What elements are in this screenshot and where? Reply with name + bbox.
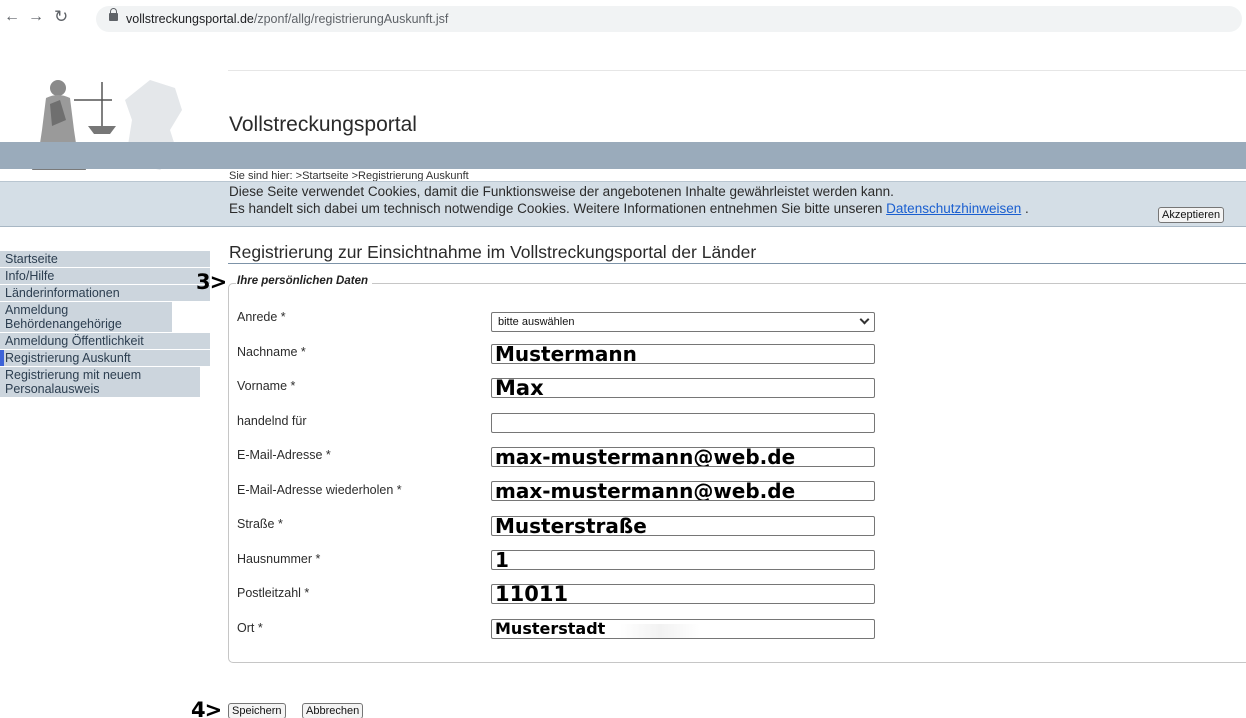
browser-toolbar: ← → ↻ vollstreckungsportal.de/zponf/allg… xyxy=(0,0,1246,36)
sidebar-item-info-hilfe[interactable]: Info/Hilfe xyxy=(0,268,210,284)
sidebar-item-anmeldung-oeffentlichkeit[interactable]: Anmeldung Öffentlichkeit xyxy=(0,333,210,349)
sidebar-item-anmeldung-behoerden[interactable]: Anmeldung Behördenangehörige xyxy=(0,302,172,332)
personal-data-fieldset xyxy=(228,283,1246,663)
nachname-label: Nachname * xyxy=(237,345,306,359)
email-field[interactable]: max-mustermann@web.de xyxy=(491,447,875,467)
accept-cookies-button[interactable]: Akzeptieren xyxy=(1158,207,1225,223)
anrede-label: Anrede * xyxy=(237,310,286,324)
vorname-label: Vorname * xyxy=(237,379,296,393)
email-label: E-Mail-Adresse * xyxy=(237,448,331,462)
email-repeat-label: E-Mail-Adresse wiederholen * xyxy=(237,483,402,497)
cancel-button[interactable]: Abbrechen xyxy=(302,703,364,718)
anrede-select[interactable]: bitte auswählen xyxy=(491,312,875,332)
strasse-field[interactable]: Musterstraße xyxy=(491,516,875,536)
privacy-link[interactable]: Datenschutzhinweisen xyxy=(886,201,1021,216)
strasse-label: Straße * xyxy=(237,517,283,531)
nachname-field[interactable]: Mustermann xyxy=(491,344,875,364)
header-band xyxy=(0,142,1246,169)
postleitzahl-field[interactable]: 11011 xyxy=(491,584,875,604)
chevron-down-icon xyxy=(859,314,870,325)
save-button[interactable]: Speichern xyxy=(228,703,286,718)
sidebar-item-registrierung-personalausweis[interactable]: Registrierung mit neuem Personalausweis xyxy=(0,367,200,397)
step-marker-3: 3> xyxy=(196,270,227,294)
hausnummer-field[interactable]: 1 xyxy=(491,550,875,570)
site-title: Vollstreckungsportal xyxy=(229,113,417,136)
url-text[interactable]: vollstreckungsportal.de/zponf/allg/regis… xyxy=(126,12,448,26)
page-heading: Registrierung zur Einsichtnahme im Volls… xyxy=(229,242,757,262)
sidebar-item-laenderinformationen[interactable]: Länderinformationen xyxy=(0,285,210,301)
vorname-field[interactable]: Max xyxy=(491,378,875,398)
sidebar-item-startseite[interactable]: Startseite xyxy=(0,251,210,267)
lock-icon xyxy=(109,8,118,21)
hausnummer-label: Hausnummer * xyxy=(237,552,321,566)
email-repeat-field[interactable]: max-mustermann@web.de xyxy=(491,481,875,501)
back-arrow-icon[interactable]: ← xyxy=(4,8,20,26)
fieldset-legend: Ihre persönlichen Daten xyxy=(236,275,373,287)
heading-divider xyxy=(228,263,1246,264)
postleitzahl-label: Postleitzahl * xyxy=(237,586,310,600)
sidebar-item-registrierung-auskunft[interactable]: Registrierung Auskunft xyxy=(0,350,210,366)
step-marker-4: 4> xyxy=(191,698,222,718)
ort-label: Ort * xyxy=(237,621,263,635)
blurred-area xyxy=(620,624,700,638)
address-bar[interactable]: vollstreckungsportal.de/zponf/allg/regis… xyxy=(96,6,1242,32)
sidebar-nav: Startseite Info/Hilfe Länderinformatione… xyxy=(0,251,210,398)
handelnd-label: handelnd für xyxy=(237,414,307,428)
reload-icon[interactable]: ↻ xyxy=(54,8,68,26)
cookie-text: Diese Seite verwendet Cookies, damit die… xyxy=(229,184,1029,216)
handelnd-fuer-field[interactable] xyxy=(491,413,875,433)
forward-arrow-icon[interactable]: → xyxy=(28,8,44,26)
